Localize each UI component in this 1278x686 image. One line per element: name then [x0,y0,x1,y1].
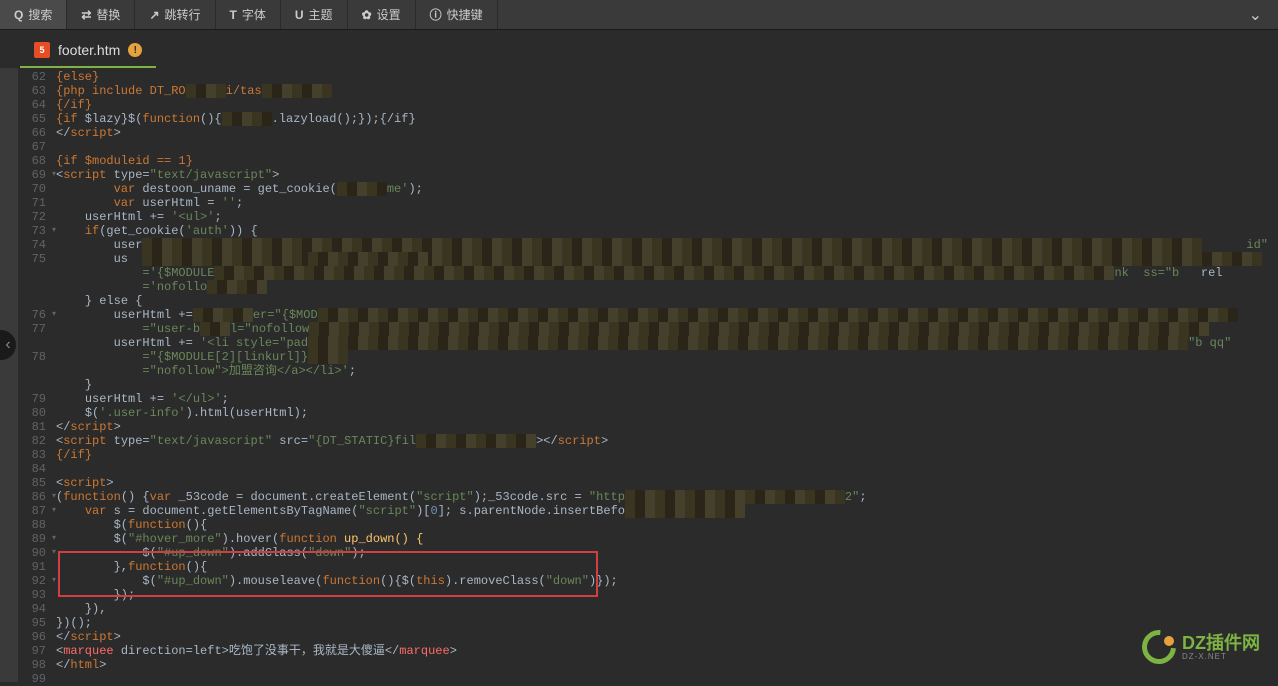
code-line: userHtml += '<ul>'; [56,210,1278,224]
search-icon: Q [14,8,23,22]
replace-label: 替换 [96,6,120,23]
settings-label: 设置 [377,6,401,23]
code-line: ='{$MODULEnk ss="b rel [56,266,1278,280]
code-line: if(get_cookie('auth')) { [56,224,1278,238]
theme-label: 主题 [309,6,333,23]
code-line: <script type="text/javascript" src="{DT_… [56,434,1278,448]
code-editor[interactable]: 6263646566676869707172737475767778798081… [0,68,1278,682]
code-line: },function(){ [56,560,1278,574]
font-label: 字体 [242,6,266,23]
toolbar: Q 搜索 ⇄ 替换 ↗ 跳转行 T 字体 U 主题 ✿ 设置 ⓘ 快捷键 ⌄ [0,0,1278,30]
jumpline-label: 跳转行 [165,6,201,23]
theme-button[interactable]: U 主题 [281,0,348,29]
code-line: userHtml += '<li style="pad"b qq" [56,336,1278,350]
code-line: }), [56,602,1278,616]
html-file-icon: 5 [34,42,50,58]
search-label: 搜索 [28,6,52,23]
code-line: </script> [56,420,1278,434]
code-line: <marquee direction=left>吃饱了没事干，我就是大傻逼</m… [56,644,1278,658]
code-line [56,462,1278,476]
watermark-text: DZ插件网 [1182,634,1260,652]
code-line: {else} [56,70,1278,84]
tab-footer-htm[interactable]: 5 footer.htm ! [20,34,156,68]
replace-icon: ⇄ [81,8,91,22]
code-line: {if $moduleid == 1} [56,154,1278,168]
code-line: </script> [56,126,1278,140]
code-line: </script> [56,630,1278,644]
replace-button[interactable]: ⇄ 替换 [67,0,135,29]
code-line: }); [56,588,1278,602]
search-button[interactable]: Q 搜索 [0,0,67,29]
code-line: userHtml +=er="{$MOD [56,308,1278,322]
code-line: $("#up_down").addClass("down"); [56,546,1278,560]
code-line: } [56,378,1278,392]
code-line: <script> [56,476,1278,490]
shortcuts-label: 快捷键 [447,6,483,23]
left-activity-bar [0,68,18,682]
code-line: var userHtml = ''; [56,196,1278,210]
warning-icon: ! [128,43,142,57]
settings-button[interactable]: ✿ 设置 [348,0,416,29]
code-line: {if $lazy}$(function(){.lazyload();});{/… [56,112,1278,126]
code-area[interactable]: {else} {php include DT_ROi/tas {/if} {if… [56,68,1278,682]
code-line: (function() {var _53code = document.crea… [56,490,1278,504]
font-button[interactable]: T 字体 [216,0,281,29]
code-line: ="nofollow">加盟咨询</a></li>'; [56,364,1278,378]
chevron-left-icon: ‹ [5,336,10,354]
font-icon: T [230,8,237,22]
code-line: userHtml += '</ul>'; [56,392,1278,406]
code-line: ="{$MODULE[2][linkurl]} [56,350,1278,364]
code-line: ='nofollo [56,280,1278,294]
chevron-down-icon: ⌄ [1249,5,1262,25]
toolbar-dropdown[interactable]: ⌄ [1233,0,1278,29]
code-line: var destoon_uname = get_cookie(me'); [56,182,1278,196]
watermark: DZ插件网 DZ-X.NET [1142,630,1260,664]
code-line [56,140,1278,154]
code-line: <script type="text/javascript"> [56,168,1278,182]
code-line: {php include DT_ROi/tas [56,84,1278,98]
code-line: $('.user-info').html(userHtml); [56,406,1278,420]
code-line: })(); [56,616,1278,630]
watermark-sub: DZ-X.NET [1182,652,1260,661]
code-line: } else { [56,294,1278,308]
code-line: {/if} [56,98,1278,112]
code-line: var s = document.getElementsByTagName("s… [56,504,1278,518]
watermark-logo-icon [1142,630,1176,664]
code-line: $(function(){ [56,518,1278,532]
jumpline-icon: ↗ [149,8,159,22]
shortcuts-button[interactable]: ⓘ 快捷键 [416,0,498,29]
toolbar-spacer [498,0,1233,29]
tab-bar: 5 footer.htm ! [0,30,1278,68]
jumpline-button[interactable]: ↗ 跳转行 [135,0,215,29]
code-line: userid" [56,238,1278,252]
code-line: {/if} [56,448,1278,462]
code-line: </html> [56,658,1278,672]
tab-filename: footer.htm [58,42,120,58]
theme-icon: U [295,8,304,22]
code-line: $("#hover_more").hover(function up_down(… [56,532,1278,546]
code-line: $("#up_down").mouseleave(function(){$(th… [56,574,1278,588]
info-icon: ⓘ [430,6,442,23]
gear-icon: ✿ [362,8,372,22]
code-line: ="user-bl="nofollow [56,322,1278,336]
